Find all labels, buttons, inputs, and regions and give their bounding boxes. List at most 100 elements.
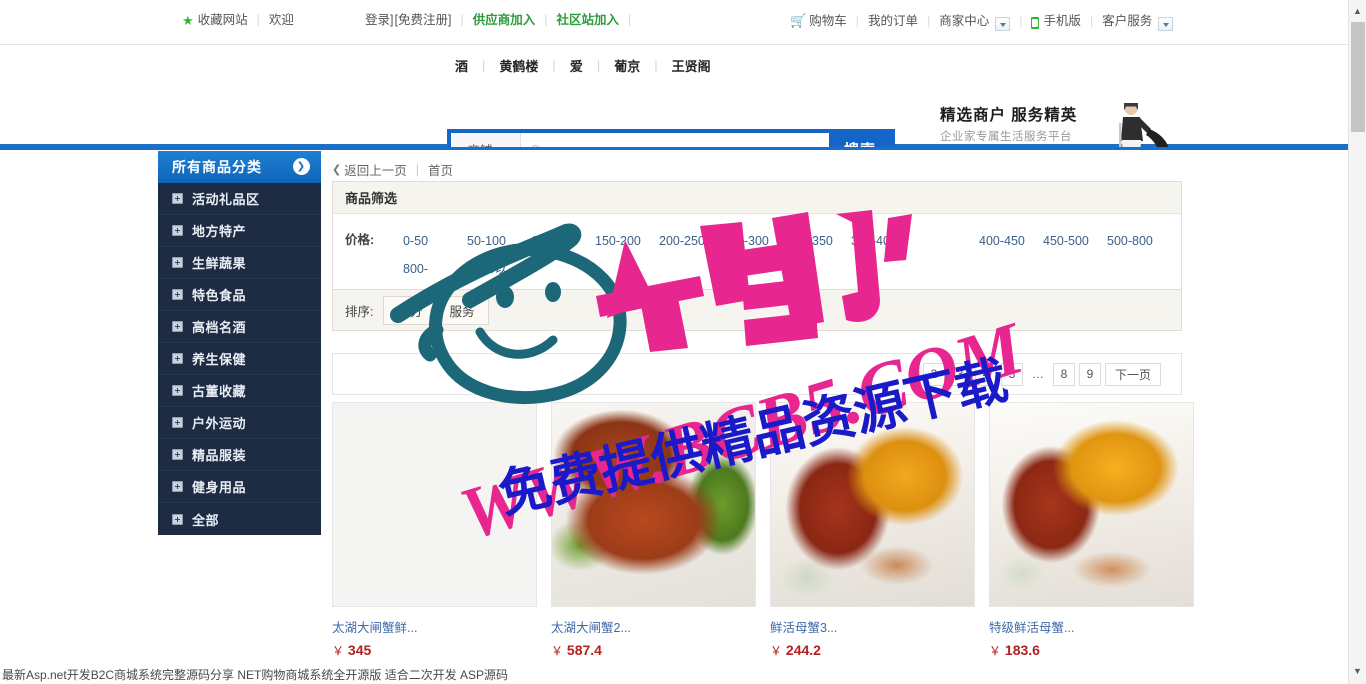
product-card-2[interactable]: 鲜活母蟹3... ￥ 244.2: [770, 402, 975, 659]
price-filter-label: 价格:: [345, 233, 375, 247]
expand-plus-icon: [172, 449, 183, 460]
page-button-3[interactable]: 3: [948, 362, 971, 386]
page-button-9[interactable]: 9: [1078, 362, 1101, 386]
sidebar-item-0[interactable]: 活动礼品区: [158, 183, 321, 215]
sidebar-item-label: 生鲜蔬果: [192, 256, 247, 271]
price-range-5[interactable]: 250-300: [705, 227, 769, 255]
product-price: ￥ 345: [332, 642, 537, 659]
product-card-3[interactable]: 特级鲜活母蟹... ￥ 183.6: [989, 402, 1194, 659]
supplier-join-link[interactable]: 供应商加入: [464, 13, 545, 27]
nav-link-0[interactable]: 酒: [455, 56, 482, 75]
sidebar-item-10[interactable]: 全部: [158, 503, 321, 535]
product-title[interactable]: 太湖大闸蟹鲜...: [332, 617, 537, 636]
sidebar-item-9[interactable]: 健身用品: [158, 471, 321, 503]
sort-option-service[interactable]: 服务: [435, 295, 489, 325]
sidebar-item-6[interactable]: 古董收藏: [158, 375, 321, 407]
nav-link-1[interactable]: 黄鹤楼: [485, 56, 552, 75]
next-page-button[interactable]: 下一页: [1104, 362, 1161, 386]
product-card-1[interactable]: 太湖大闸蟹2... ￥ 587.4: [551, 402, 756, 659]
merchant-center-dropdown-icon[interactable]: [995, 17, 1011, 31]
sidebar-item-label: 养生保健: [192, 352, 247, 367]
browser-viewport: ★ 收藏网站 | 欢迎 登录] [免费注册] | 供应商加入 | 社区站加入 |…: [0, 0, 1366, 684]
register-link[interactable]: [免费注册]: [393, 13, 460, 27]
price-range-1[interactable]: 50-100: [449, 227, 513, 255]
top-utility-bar: ★ 收藏网站 | 欢迎 登录] [免费注册] | 供应商加入 | 社区站加入 |…: [0, 0, 1348, 45]
price-range-2[interactable]: 100-150: [513, 227, 577, 255]
merchant-center-link[interactable]: 商家中心: [930, 14, 991, 28]
star-icon: ★: [182, 12, 194, 28]
product-image[interactable]: [989, 402, 1194, 607]
price-value: 183.6: [1004, 642, 1040, 658]
topbar-account-group: 登录] [免费注册] | 供应商加入 | 社区站加入 |: [365, 13, 631, 27]
nav-link-3[interactable]: 葡京: [600, 56, 654, 75]
price-range-9[interactable]: 450-500: [1025, 227, 1089, 255]
breadcrumb-home-link[interactable]: 首页: [428, 160, 453, 179]
mobile-version-link[interactable]: 手机版: [1043, 14, 1090, 28]
product-title[interactable]: 太湖大闸蟹2...: [551, 617, 756, 636]
sort-option-rating[interactable]: 评分: [383, 295, 437, 325]
community-join-link[interactable]: 社区站加入: [547, 13, 628, 27]
price-range-3[interactable]: 150-200: [577, 227, 641, 255]
product-title[interactable]: 特级鲜活母蟹...: [989, 617, 1194, 636]
phone-icon: [1031, 17, 1040, 29]
chevron-left-icon: ❮: [332, 164, 342, 176]
page-button-2[interactable]: 2: [922, 362, 945, 386]
expand-plus-icon: [172, 257, 183, 268]
price-value: 345: [347, 642, 372, 658]
favorite-site-link[interactable]: 收藏网站: [198, 13, 257, 27]
sidebar-title: 所有商品分类: [172, 159, 262, 175]
currency-symbol: ￥: [332, 644, 345, 658]
sidebar-title-bar[interactable]: 所有商品分类 ❯: [158, 151, 321, 183]
sidebar-item-label: 特色食品: [192, 288, 247, 303]
product-title[interactable]: 鲜活母蟹3...: [770, 617, 975, 636]
nav-link-4[interactable]: 王贤阁: [658, 56, 725, 75]
expand-plus-icon: [172, 417, 183, 428]
product-image[interactable]: [770, 402, 975, 607]
sidebar-item-7[interactable]: 户外运动: [158, 407, 321, 439]
page-button-4[interactable]: 4: [974, 362, 997, 386]
price-range-4[interactable]: 200-250: [641, 227, 705, 255]
product-card-0[interactable]: 太湖大闸蟹鲜... ￥ 345: [332, 402, 537, 659]
divider: |: [627, 13, 632, 27]
filter-panel-title: 商品筛选: [333, 182, 1181, 214]
welcome-label[interactable]: 欢迎: [260, 13, 303, 27]
breadcrumb-back-link[interactable]: 返回上一页: [344, 160, 407, 179]
customer-service-link[interactable]: 客户服务: [1093, 14, 1154, 28]
product-image[interactable]: [332, 402, 537, 607]
expand-plus-icon: [172, 353, 183, 364]
login-link[interactable]: 登录]: [365, 13, 393, 27]
price-range-7[interactable]: 350-400: [833, 227, 897, 255]
price-range-10[interactable]: 500-800: [1089, 227, 1153, 255]
my-orders-link[interactable]: 我的订单: [859, 14, 927, 28]
sidebar-item-1[interactable]: 地方特产: [158, 215, 321, 247]
pagination-bar: 2 3 4 5 … 8 9 下一页: [332, 353, 1182, 395]
sidebar-item-label: 活动礼品区: [192, 192, 260, 207]
currency-symbol: ￥: [989, 644, 1002, 658]
product-price: ￥ 183.6: [989, 642, 1194, 659]
sidebar-item-3[interactable]: 特色食品: [158, 279, 321, 311]
sidebar-item-2[interactable]: 生鲜蔬果: [158, 247, 321, 279]
cart-link[interactable]: 购物车: [809, 14, 856, 28]
product-price: ￥ 244.2: [770, 642, 975, 659]
vertical-scrollbar[interactable]: ▲ ▼: [1348, 0, 1366, 684]
sidebar-item-label: 健身用品: [192, 480, 247, 495]
price-range-0[interactable]: 0-50: [385, 227, 449, 255]
sidebar-item-label: 全部: [192, 512, 220, 528]
customer-service-dropdown-icon[interactable]: [1158, 17, 1174, 31]
price-range-8[interactable]: 400-450: [961, 227, 1025, 255]
page-button-5[interactable]: 5: [1000, 362, 1023, 386]
page-button-8[interactable]: 8: [1052, 362, 1075, 386]
product-image[interactable]: [551, 402, 756, 607]
nav-link-2[interactable]: 爱: [556, 56, 597, 75]
expand-plus-icon: [172, 289, 183, 300]
divider: |: [1019, 14, 1023, 28]
price-range-6[interactable]: 300-350: [769, 227, 833, 255]
scrollbar-thumb[interactable]: [1351, 22, 1365, 132]
sidebar-item-5[interactable]: 养生保健: [158, 343, 321, 375]
sidebar-item-4[interactable]: 高档名酒: [158, 311, 321, 343]
sort-label: 排序:: [345, 304, 374, 319]
scroll-up-arrow-icon[interactable]: ▲: [1349, 2, 1366, 20]
chevron-right-icon[interactable]: ❯: [293, 158, 310, 175]
sidebar-item-8[interactable]: 精品服装: [158, 439, 321, 471]
scroll-down-arrow-icon[interactable]: ▼: [1349, 662, 1366, 680]
